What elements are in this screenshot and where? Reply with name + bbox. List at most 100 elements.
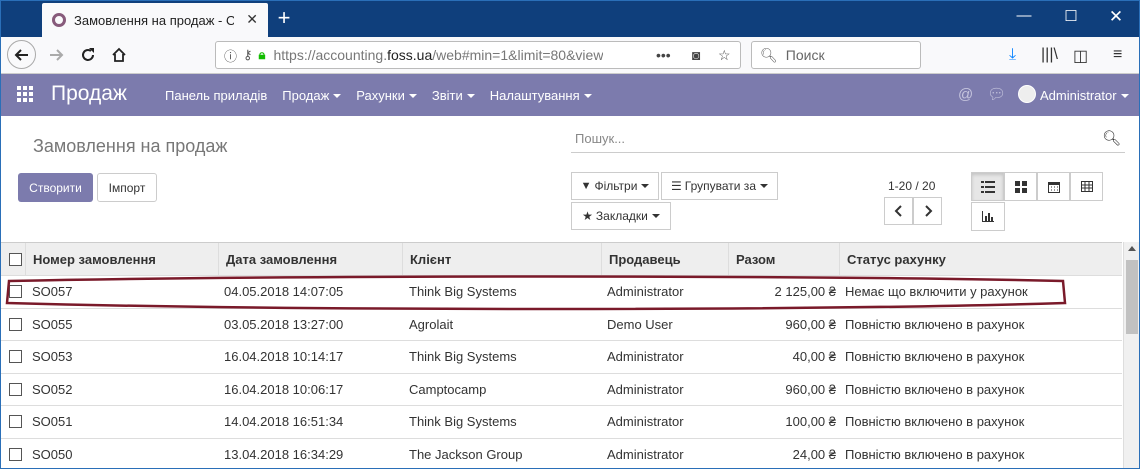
cell-salesperson: Administrator [607, 446, 684, 462]
filters-label: Фільтри [594, 179, 649, 193]
row-checkbox[interactable] [9, 317, 22, 331]
pager-previous-button[interactable] [884, 197, 913, 225]
cell-total: 960,00 ₴ [785, 381, 836, 397]
minimize-button[interactable]: — [1004, 7, 1044, 24]
info-icon[interactable]: ⓘ [224, 46, 237, 65]
chevron-right-icon [924, 205, 932, 217]
browser-search-field[interactable]: 🔍︎ Поиск [751, 41, 921, 69]
favorites-label: Закладки [596, 209, 660, 223]
select-all-checkbox[interactable] [9, 253, 22, 266]
window-close-button[interactable]: ✕ [1096, 7, 1136, 27]
cell-order-number: SO053 [32, 349, 73, 364]
tab-close-icon[interactable]: ✕ [246, 11, 258, 28]
back-button[interactable] [7, 40, 36, 69]
chevron-left-icon [894, 205, 902, 217]
mention-icon[interactable]: @ [958, 86, 973, 103]
row-checkbox[interactable] [9, 447, 22, 461]
bookmark-star-icon[interactable]: ☆ [718, 47, 731, 64]
row-checkbox[interactable] [9, 415, 22, 428]
pivot-table-icon [1080, 181, 1093, 192]
menu-dashboard[interactable]: Панель приладів [165, 88, 267, 103]
table-row[interactable]: SO050 13.04.2018 16:34:29 The Jackson Grou… [1, 437, 1122, 469]
menu-invoicing[interactable]: Рахунки [356, 88, 417, 103]
pager-next-button[interactable] [913, 197, 942, 225]
reload-button[interactable] [74, 41, 102, 69]
cell-order-number: SO052 [32, 381, 73, 397]
home-button[interactable] [105, 41, 133, 69]
header-order-date[interactable]: Дата замовлення [218, 242, 403, 276]
cell-client: Camptocamp [409, 381, 487, 397]
table-row[interactable]: SO053 16.04.2018 10:14:17 Think Big System… [1, 340, 1122, 372]
url-text[interactable]: https://accounting.foss.ua/web#min=1&lim… [273, 47, 603, 63]
pocket-icon[interactable]: ◙ [692, 47, 700, 63]
menu-sales[interactable]: Продаж [282, 88, 341, 103]
key-icon[interactable]: ⚷ [243, 47, 253, 63]
bar-chart-icon [982, 211, 994, 222]
table-row[interactable]: SO055 03.05.2018 13:27:00 Agrolait Demo Use… [1, 307, 1122, 340]
group-by-button[interactable]: ☰ Групувати за [661, 172, 778, 200]
list-view-icon [980, 180, 995, 193]
cell-order-date: 14.04.2018 16:51:34 [224, 414, 344, 429]
header-order-number[interactable]: Номер замовлення [25, 242, 219, 276]
vertical-scrollbar[interactable] [1123, 242, 1139, 468]
cell-order-number: SO055 [32, 316, 73, 332]
header-client[interactable]: Клієнт [402, 242, 602, 276]
cell-order-date: 16.04.2018 10:06:17 [224, 381, 344, 397]
kanban-view-button[interactable] [1004, 172, 1037, 201]
main-menu: Панель приладів Продаж Рахунки Звіти Нал… [165, 88, 607, 103]
cell-invoice-status: Повністю включено в рахунок [845, 446, 1025, 462]
maximize-button[interactable]: ☐ [1051, 7, 1091, 25]
download-icon[interactable]: ⤓ [1009, 46, 1016, 64]
cell-salesperson: Demo User [607, 316, 673, 332]
library-icon[interactable]: |||\ [1041, 46, 1058, 64]
tab-title: Замовлення на продаж - Odoo [74, 12, 234, 28]
list-view-button[interactable] [971, 172, 1004, 201]
calendar-view-button[interactable] [1037, 172, 1070, 201]
search-icon[interactable]: 🔍︎ [1102, 129, 1121, 147]
pivot-view-button[interactable] [1070, 172, 1103, 201]
menu-icon[interactable]: ≡ [1113, 46, 1122, 64]
calendar-view-icon [1047, 181, 1060, 193]
cell-invoice-status: Повністю включено в рахунок [845, 414, 1025, 429]
new-tab-button[interactable]: + [273, 5, 295, 31]
cell-order-date: 16.04.2018 10:14:17 [224, 349, 344, 364]
cell-order-date: 03.05.2018 13:27:00 [224, 316, 344, 332]
browser-tab[interactable]: Замовлення на продаж - Odoo ✕ [42, 3, 268, 37]
back-icon [14, 48, 28, 61]
user-menu[interactable]: Administrator [1040, 88, 1129, 103]
highlight-outline [5, 275, 1067, 311]
favorites-button[interactable]: ★ Закладки [571, 202, 671, 230]
import-button[interactable]: Імпорт [97, 173, 157, 202]
row-checkbox[interactable] [9, 350, 22, 363]
menu-reports[interactable]: Звіти [432, 88, 475, 103]
header-invoice-status[interactable]: Статус рахунку [839, 242, 1122, 276]
lock-icon[interactable]: 🔒︎ [259, 47, 266, 63]
search-input[interactable]: Пошук... 🔍︎ [571, 125, 1125, 153]
more-icon[interactable]: ••• [656, 47, 671, 63]
row-checkbox[interactable] [9, 382, 22, 396]
header-total[interactable]: Разом [728, 242, 840, 276]
avatar[interactable] [1018, 85, 1036, 103]
pager-value[interactable]: 1-20 / 20 [888, 179, 935, 193]
chat-icon[interactable]: 💬︎ [987, 85, 1006, 103]
cell-total: 960,00 ₴ [785, 316, 836, 332]
filters-button[interactable]: ▼ Фільтри [571, 172, 659, 200]
create-button[interactable]: Створити [18, 173, 93, 202]
menu-settings[interactable]: Налаштування [490, 88, 592, 103]
table-row[interactable]: SO051 14.04.2018 16:51:34 Think Big System… [1, 405, 1122, 437]
address-bar[interactable]: ⓘ ⚷ 🔒︎ https://accounting.foss.ua/web#mi… [215, 41, 741, 69]
scroll-up-icon[interactable] [1128, 246, 1136, 251]
forward-button[interactable] [42, 41, 70, 69]
star-icon: ★ [582, 209, 593, 223]
browser-window: Замовлення на продаж - Odoo ✕ + — ☐ ✕ ⓘ … [0, 0, 1140, 469]
table-row[interactable]: SO052 16.04.2018 10:06:17 Camptocamp Admini… [1, 372, 1122, 405]
cell-salesperson: Administrator [607, 381, 684, 397]
apps-grid-icon[interactable] [17, 86, 33, 102]
sidebar-icon[interactable]: ◫ [1073, 46, 1088, 66]
graph-view-button[interactable] [971, 202, 1005, 231]
cell-client: Think Big Systems [409, 414, 517, 429]
header-salesperson[interactable]: Продавець [601, 242, 729, 276]
scroll-thumb[interactable] [1126, 260, 1138, 334]
tab-strip: Замовлення на продаж - Odoo ✕ + — ☐ ✕ [1, 1, 1139, 37]
cell-order-number: SO050 [32, 446, 73, 462]
